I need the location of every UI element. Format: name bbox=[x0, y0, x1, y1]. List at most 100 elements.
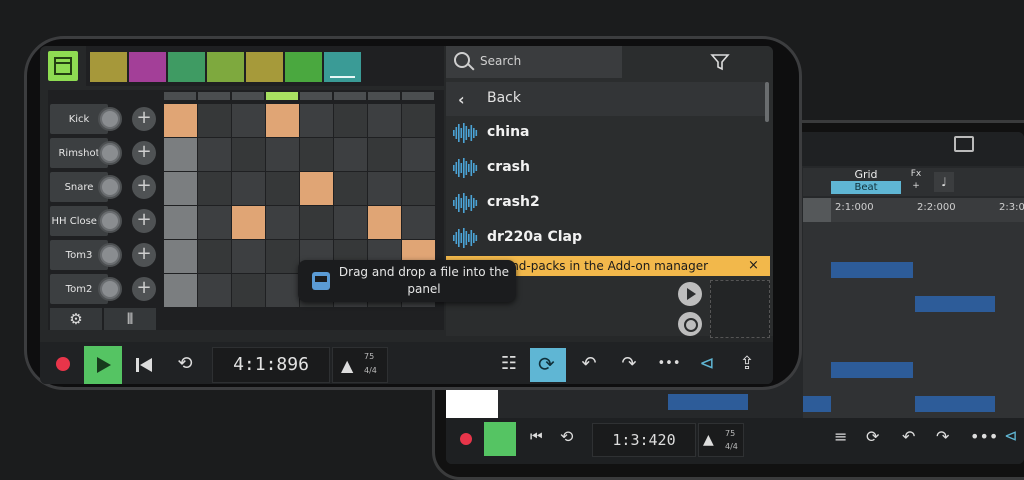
record-button[interactable] bbox=[56, 357, 70, 371]
more-icon[interactable]: ••• bbox=[656, 352, 682, 376]
bg-rewind-icon[interactable]: ⏮ bbox=[530, 429, 543, 445]
bg-fx-button[interactable]: Fx + bbox=[901, 168, 931, 194]
step-cell[interactable] bbox=[368, 104, 401, 137]
step-cell[interactable] bbox=[402, 104, 435, 137]
step-cell[interactable] bbox=[300, 172, 333, 205]
sync-button[interactable]: ⟳ bbox=[530, 348, 566, 382]
pattern-slot-7[interactable] bbox=[324, 52, 361, 82]
filter-icon[interactable] bbox=[710, 52, 730, 72]
bg-note-icon[interactable]: ♩ bbox=[934, 172, 954, 192]
add-icon[interactable]: + bbox=[132, 209, 156, 233]
pattern-slot-4[interactable] bbox=[207, 52, 244, 82]
bg-record-button[interactable] bbox=[460, 433, 472, 445]
step-cell[interactable] bbox=[232, 274, 265, 307]
step-cell[interactable] bbox=[402, 206, 435, 239]
step-cell[interactable] bbox=[266, 172, 299, 205]
bg-time-display[interactable]: 1:3:420 bbox=[592, 423, 696, 457]
step-cell[interactable] bbox=[198, 172, 231, 205]
volume-knob[interactable] bbox=[98, 243, 122, 267]
bg-share-icon[interactable]: ⊲ bbox=[1004, 426, 1017, 445]
step-cell[interactable] bbox=[368, 172, 401, 205]
volume-knob[interactable] bbox=[98, 141, 122, 165]
rewind-icon[interactable] bbox=[136, 358, 152, 372]
step-cell[interactable] bbox=[164, 138, 197, 171]
metronome-button[interactable]: ▲ bbox=[332, 347, 388, 383]
bg-undo-icon[interactable]: ↶ bbox=[902, 427, 915, 446]
step-cell[interactable] bbox=[164, 206, 197, 239]
pattern-slot-2[interactable] bbox=[129, 52, 166, 82]
step-cell[interactable] bbox=[164, 274, 197, 307]
add-icon[interactable]: + bbox=[132, 141, 156, 165]
drop-target-area[interactable] bbox=[710, 280, 770, 338]
step-cell[interactable] bbox=[266, 274, 299, 307]
step-cell[interactable] bbox=[402, 172, 435, 205]
step-cell[interactable] bbox=[198, 274, 231, 307]
bg-clip[interactable] bbox=[831, 262, 913, 278]
add-icon[interactable]: + bbox=[132, 175, 156, 199]
close-notice-icon[interactable]: × bbox=[748, 256, 766, 276]
share-icon[interactable]: ⊲ bbox=[694, 352, 720, 376]
volume-knob[interactable] bbox=[98, 175, 122, 199]
step-cell[interactable] bbox=[300, 206, 333, 239]
time-display[interactable]: 4:1:896 bbox=[212, 347, 330, 383]
step-cell[interactable] bbox=[266, 138, 299, 171]
bg-arrange-area[interactable] bbox=[803, 222, 1024, 418]
bg-grid-label[interactable]: Grid bbox=[831, 168, 901, 182]
step-cell[interactable] bbox=[232, 172, 265, 205]
step-cell[interactable] bbox=[164, 172, 197, 205]
step-cell[interactable] bbox=[334, 138, 367, 171]
step-cell[interactable] bbox=[334, 172, 367, 205]
step-cell[interactable] bbox=[368, 138, 401, 171]
bg-clip[interactable] bbox=[915, 296, 995, 312]
bg-redo-icon[interactable]: ↷ bbox=[936, 427, 949, 446]
add-icon[interactable]: + bbox=[132, 107, 156, 131]
search-input[interactable] bbox=[446, 46, 622, 78]
step-cell[interactable] bbox=[334, 104, 367, 137]
bg-metronome[interactable]: ▲ 75 4/4 bbox=[698, 423, 744, 457]
volume-knob[interactable] bbox=[98, 209, 122, 233]
step-cell[interactable] bbox=[198, 104, 231, 137]
bg-clip[interactable] bbox=[803, 396, 831, 412]
add-icon[interactable]: + bbox=[132, 243, 156, 267]
step-cell[interactable] bbox=[266, 240, 299, 273]
step-cell[interactable] bbox=[232, 206, 265, 239]
undo-icon[interactable]: ↶ bbox=[576, 352, 602, 376]
pattern-slot-1[interactable] bbox=[90, 52, 127, 82]
loop-icon[interactable]: ⟲ bbox=[174, 352, 196, 374]
bg-clip[interactable] bbox=[915, 396, 995, 412]
pattern-slot-3[interactable] bbox=[168, 52, 205, 82]
step-cell[interactable] bbox=[266, 206, 299, 239]
volume-knob[interactable] bbox=[98, 277, 122, 301]
step-cell[interactable] bbox=[402, 138, 435, 171]
bg-clip[interactable] bbox=[831, 362, 913, 378]
step-cell[interactable] bbox=[300, 138, 333, 171]
mixer-icon[interactable]: ☷ bbox=[496, 352, 522, 376]
bg-clip[interactable] bbox=[668, 394, 748, 410]
play-button[interactable] bbox=[84, 346, 122, 384]
preview-play-button[interactable] bbox=[678, 282, 702, 306]
step-cell[interactable] bbox=[266, 104, 299, 137]
step-cell[interactable] bbox=[334, 206, 367, 239]
history-clock-button[interactable] bbox=[678, 312, 702, 336]
bg-more-icon[interactable]: ••• bbox=[970, 427, 998, 446]
bg-loop-icon[interactable]: ⟲ bbox=[560, 427, 573, 446]
step-cell[interactable] bbox=[198, 240, 231, 273]
add-icon[interactable]: + bbox=[132, 277, 156, 301]
step-cell[interactable] bbox=[232, 104, 265, 137]
bg-play-button[interactable] bbox=[484, 422, 516, 456]
step-cell[interactable] bbox=[164, 240, 197, 273]
step-cell[interactable] bbox=[368, 206, 401, 239]
settings-button[interactable]: ⚙ bbox=[50, 308, 102, 330]
waveform-button[interactable]: ⦀ bbox=[104, 308, 156, 330]
panel-toggle-button[interactable] bbox=[48, 51, 78, 81]
step-cell[interactable] bbox=[232, 240, 265, 273]
pattern-slot-5[interactable] bbox=[246, 52, 283, 82]
step-cell[interactable] bbox=[198, 206, 231, 239]
step-cell[interactable] bbox=[300, 104, 333, 137]
volume-knob[interactable] bbox=[98, 107, 122, 131]
redo-icon[interactable]: ↷ bbox=[616, 352, 642, 376]
step-cell[interactable] bbox=[164, 104, 197, 137]
export-icon[interactable]: ⇪ bbox=[734, 352, 760, 376]
bg-panel-icon[interactable] bbox=[954, 136, 974, 152]
bg-sync-icon[interactable]: ⟳ bbox=[866, 427, 879, 446]
